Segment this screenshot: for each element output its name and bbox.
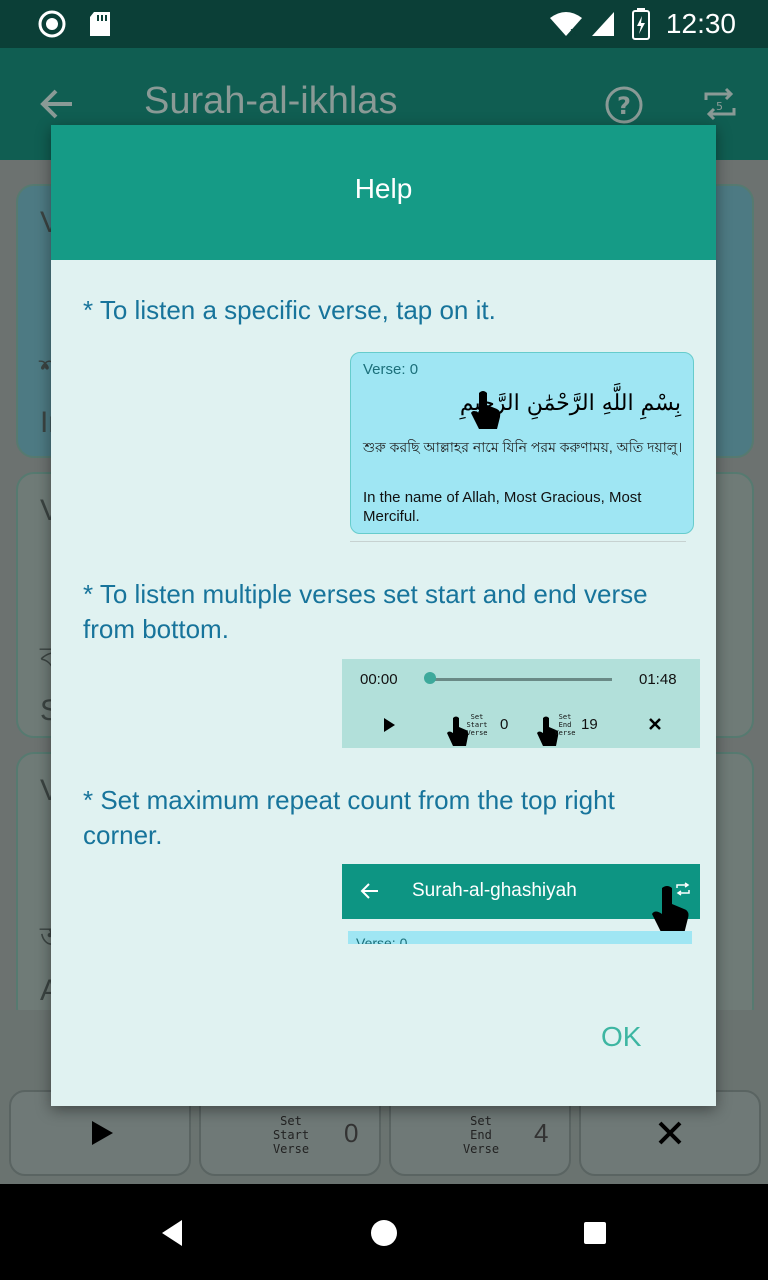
help-dialog: Help * To listen a specific verse, tap o…: [51, 125, 716, 1106]
sample-play-icon: [384, 718, 395, 732]
sd-card-icon: [90, 12, 110, 36]
sample-bangla-text: শুরু করছি আল্লাহর নামে যিনি পরম করুণাময়…: [363, 439, 683, 455]
back-arrow-icon[interactable]: [38, 86, 74, 122]
nav-recents-icon[interactable]: [582, 1220, 608, 1246]
status-bar: x 12:30: [0, 0, 768, 48]
sample-end-value: 19: [581, 716, 598, 733]
sample-close-icon: [649, 718, 661, 730]
sample-strip-verse-label: Verse: 0: [356, 935, 408, 944]
nav-back-icon[interactable]: [158, 1218, 186, 1248]
instruction-tap-verse: * To listen a specific verse, tap on it.: [83, 295, 496, 325]
set-start-verse-label: Set Start Verse: [272, 1114, 310, 1156]
sample-verse-strip: Verse: 0: [348, 931, 692, 944]
sample-verse-label: Verse: 0: [363, 361, 419, 378]
divider: [350, 541, 686, 542]
end-verse-value: 4: [534, 1118, 549, 1148]
instruction-repeat-count: * Set maximum repeat count from the top …: [83, 785, 615, 850]
sample-seek-track: [428, 678, 612, 681]
sample-set-end-label: Set End Verse: [554, 713, 576, 737]
dialog-header: Help: [51, 125, 716, 260]
sample-seek-knob: [424, 672, 436, 684]
sample-toolbar: Surah-al-ghashiyah: [342, 864, 700, 934]
instruction-multiple-verses: * To listen multiple verses set start an…: [83, 579, 648, 644]
close-icon: [658, 1121, 682, 1145]
sample-back-arrow-icon: [360, 883, 378, 899]
sample-start-value: 0: [500, 716, 509, 733]
signal-icon: [592, 12, 614, 36]
play-icon: [92, 1121, 113, 1145]
sample-verse-card: Verse: 0 بِسْمِ اللَّهِ الرَّحْمَٰنِ الر…: [350, 352, 694, 534]
battery-charging-icon: [632, 8, 650, 40]
svg-text:x: x: [570, 25, 577, 38]
sample-current-time: 00:00: [360, 671, 398, 688]
clock: 12:30: [665, 8, 736, 39]
svg-text:5: 5: [716, 100, 723, 113]
ok-button[interactable]: OK: [601, 1021, 641, 1053]
navigation-bar: [0, 1184, 768, 1280]
sync-icon: [38, 10, 66, 38]
svg-text:?: ?: [617, 92, 631, 120]
tap-hand-icon: [471, 391, 501, 429]
sample-total-time: 01:48: [639, 671, 677, 688]
wifi-icon: x: [550, 12, 582, 38]
page-title: Surah-al-ikhlas: [144, 80, 398, 122]
sample-toolbar-title: Surah-al-ghashiyah: [412, 880, 577, 901]
repeat-icon[interactable]: 5: [700, 84, 740, 124]
nav-home-icon[interactable]: [369, 1218, 399, 1248]
start-verse-value: 0: [344, 1118, 359, 1148]
sample-set-start-label: Set Start Verse: [466, 713, 488, 737]
sample-player: 00:00 01:48 Set Start Verse 0 Set End Ve…: [342, 659, 700, 748]
set-end-verse-label: Set End Verse: [462, 1114, 500, 1156]
dialog-title: Help: [354, 173, 413, 204]
sample-english-text: In the name of Allah, Most Gracious, Mos…: [363, 489, 642, 525]
help-icon[interactable]: ?: [604, 85, 644, 125]
